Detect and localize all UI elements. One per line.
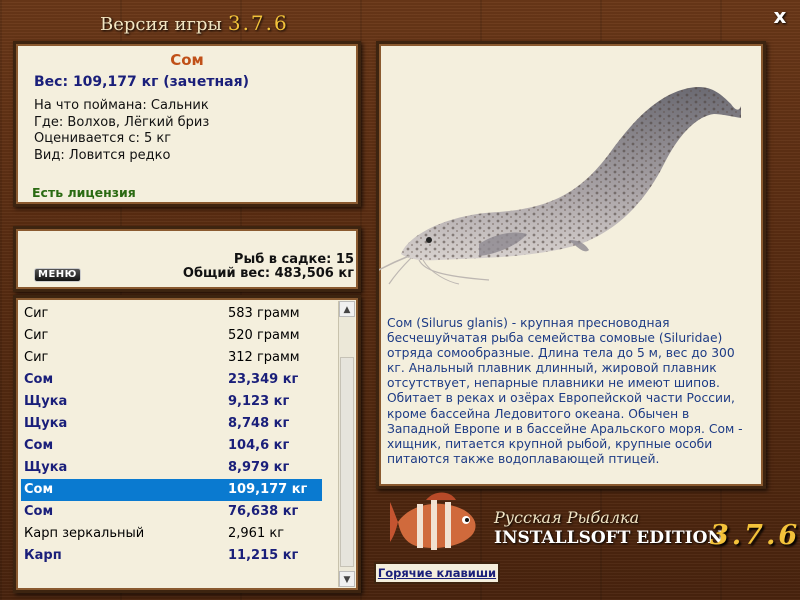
fish-list-weight: 8,748 кг <box>228 416 290 431</box>
fish-description: Сом (Silurus glanis) - крупная пресновод… <box>387 316 743 466</box>
fish-list-name: Сиг <box>24 306 49 321</box>
menu-button[interactable]: МЕНЮ <box>34 268 81 282</box>
logo-version: 3.7.6 <box>710 520 800 551</box>
fish-list-row[interactable]: Сом 104,6 кг <box>21 435 322 457</box>
title-version: 3.7.6 <box>227 11 289 35</box>
fish-list-row[interactable]: Щука 9,123 кг <box>21 391 322 413</box>
valued-from-info: Оценивается с: 5 кг <box>34 131 172 146</box>
fish-list-row[interactable]: Щука 8,979 кг <box>21 457 322 479</box>
fish-list-weight: 8,979 кг <box>228 460 290 475</box>
close-icon[interactable]: x <box>770 6 790 26</box>
catch-details: На что поймана: Сальник Где: Волхов, Лёг… <box>34 98 209 164</box>
fish-list-weight: 520 грамм <box>228 328 300 343</box>
fish-list-row[interactable]: Сом 23,349 кг <box>21 369 322 391</box>
fish-list-name: Щука <box>24 460 68 475</box>
fish-count: Рыб в садке: 15 <box>233 252 354 267</box>
fish-list-row[interactable]: Сиг 583 грамм <box>21 303 322 325</box>
hotkeys-button[interactable]: Горячие клавиши <box>374 562 500 584</box>
fish-list-row[interactable]: Сом 76,638 кг <box>21 501 322 523</box>
fish-weight: Вес: 109,177 кг (зачетная) <box>34 74 249 90</box>
title-text: Версия игры <box>100 14 222 35</box>
scroll-thumb[interactable] <box>340 357 354 567</box>
fish-list-weight: 312 грамм <box>228 350 300 365</box>
fish-list-weight: 9,123 кг <box>228 394 290 409</box>
fish-list-row[interactable]: Сиг 520 грамм <box>21 325 322 347</box>
fish-list-weight: 104,6 кг <box>228 438 290 453</box>
fish-list-name: Карп зеркальный <box>24 526 145 541</box>
fish-list-weight: 583 грамм <box>228 306 300 321</box>
fish-list-row[interactable]: Карп зеркальный 2,961 кг <box>21 523 322 545</box>
fish-name: Сом <box>170 51 204 69</box>
stat-lines: Рыб в садке: 15 Общий вес: 483,506 кг <box>183 253 354 281</box>
fish-list-name: Сиг <box>24 350 49 365</box>
window-title: Версия игры 3.7.6 <box>100 8 289 38</box>
fish-list-row[interactable]: Щука 8,748 кг <box>21 413 322 435</box>
fish-list-weight: 109,177 кг <box>228 482 308 497</box>
rarity-info: Вид: Ловится редко <box>34 147 171 163</box>
fish-list-weight: 23,349 кг <box>228 372 299 387</box>
fish-list-name: Сиг <box>24 328 49 343</box>
bait-info: На что поймана: Сальник <box>34 98 209 113</box>
scroll-down-icon[interactable]: ▼ <box>339 571 355 587</box>
fish-list-weight: 76,638 кг <box>228 504 299 519</box>
license-status: Есть лицензия <box>32 185 136 200</box>
logo-edition: INSTALLSOFT EDITION <box>494 528 723 548</box>
fish-list-name: Сом <box>24 372 54 387</box>
fish-list-row[interactable]: Карп 11,215 кг <box>21 545 322 567</box>
fish-list-name: Сом <box>24 504 54 519</box>
fish-list-name: Щука <box>24 416 68 431</box>
fish-list-panel: Сиг 583 грамм Сиг 520 грамм Сиг 312 грамм Сом 2… <box>13 295 361 593</box>
fish-list-row[interactable]: Сиг 312 грамм <box>21 347 322 369</box>
fish-list-name: Сом <box>24 482 54 497</box>
catfish-image <box>379 86 741 285</box>
scroll-up-icon[interactable]: ▲ <box>339 301 355 317</box>
list-scrollbar[interactable]: ▲ ▼ <box>338 301 355 587</box>
fish-list-name: Карп <box>24 548 62 563</box>
game-logo: Русская Рыбалка INSTALLSOFT EDITION 3.7.… <box>390 490 797 560</box>
fish-list-name: Сом <box>24 438 54 453</box>
keepnet-stats-panel: МЕНЮ Рыб в садке: 15 Общий вес: 483,506 … <box>13 226 361 292</box>
fish-list-weight: 11,215 кг <box>228 548 299 563</box>
fish-list-weight: 2,961 кг <box>228 526 285 541</box>
fish-description-panel: Сом (Silurus glanis) - крупная пресновод… <box>376 41 766 489</box>
fish-list: Сиг 583 грамм Сиг 520 грамм Сиг 312 грамм Сом 2… <box>21 303 322 584</box>
fish-list-row[interactable]: Сом 109,177 кг <box>21 479 322 501</box>
logo-fish-icon <box>390 492 476 550</box>
location-info: Где: Волхов, Лёгкий бриз <box>34 114 210 130</box>
fish-list-name: Щука <box>24 394 68 409</box>
total-weight: Общий вес: 483,506 кг <box>182 266 354 281</box>
logo-title: Русская Рыбалка <box>494 508 640 527</box>
catch-info-panel: Сом Вес: 109,177 кг (зачетная) На что по… <box>13 41 361 207</box>
